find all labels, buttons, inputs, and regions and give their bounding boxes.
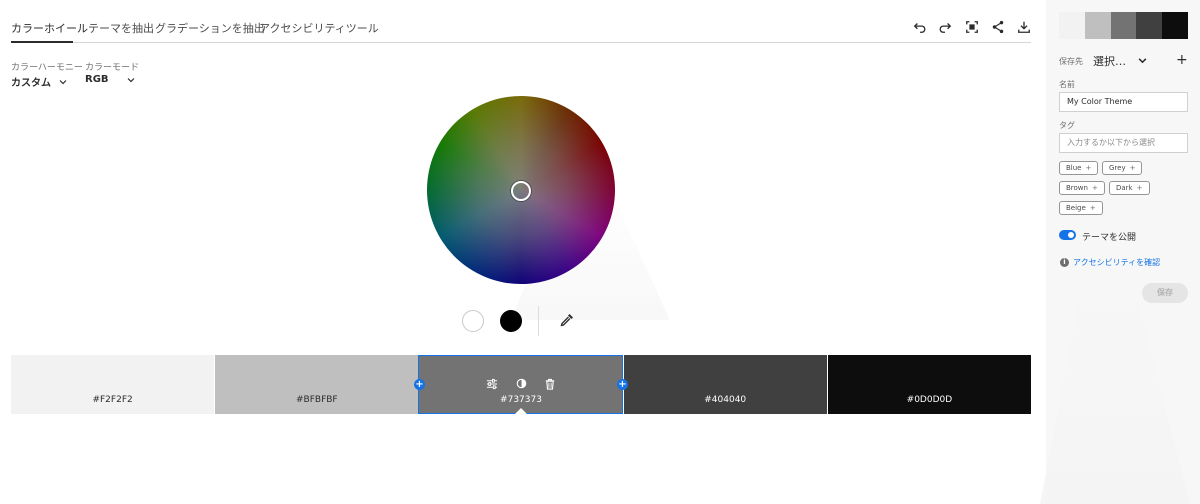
sliders-icon[interactable] — [486, 377, 499, 390]
undo-icon[interactable] — [912, 19, 928, 35]
publish-label: テーマを公開 — [1082, 233, 1137, 243]
info-icon: i — [1060, 258, 1069, 267]
preview-swatch[interactable] — [1084, 12, 1111, 39]
swatch-hex: #0D0D0D — [906, 395, 953, 405]
save-to-label: 保存先 — [1059, 57, 1083, 66]
preview-swatch[interactable] — [1136, 12, 1163, 39]
color-swatch[interactable]: #0D0D0D — [826, 355, 1032, 414]
chevron-down-icon — [127, 77, 134, 82]
save-to-value: 選択… — [1093, 55, 1126, 68]
swatch-hex: #F2F2F2 — [92, 395, 133, 405]
color-swatch[interactable]: #404040 — [622, 355, 827, 414]
tag-chip-blue[interactable]: Blue + — [1059, 161, 1099, 175]
tab-bar: カラーホイール テーマを抽出 グラデーションを抽出 アクセシビリティツール — [11, 0, 1031, 43]
trash-icon[interactable] — [544, 377, 557, 390]
share-icon[interactable] — [990, 19, 1006, 35]
plus-icon: + — [1136, 184, 1143, 192]
add-color-right-button[interactable]: + — [617, 379, 628, 390]
theme-preview — [1059, 12, 1188, 39]
theme-name-input[interactable]: My Color Theme — [1059, 92, 1188, 112]
tab-accessibility-tools[interactable]: アクセシビリティツール — [259, 20, 379, 36]
swatch-hex: #737373 — [500, 395, 542, 405]
plus-icon: + — [1129, 164, 1136, 172]
fullscreen-icon[interactable] — [964, 19, 980, 35]
color-swatch[interactable]: #F2F2F2 — [11, 355, 215, 414]
color-swatch-bars: #F2F2F2 #BFBFBF #737373 #404040 #0D0D0D — [11, 355, 1032, 414]
tag-chip-brown[interactable]: Brown + — [1059, 181, 1105, 195]
save-to-dropdown[interactable]: 選択… — [1093, 53, 1147, 69]
preview-swatch[interactable] — [1110, 12, 1137, 39]
tag-chip-grey[interactable]: Grey + — [1102, 161, 1143, 175]
tags-label: タグ — [1059, 121, 1075, 130]
black-base-button[interactable] — [500, 310, 522, 332]
harmony-dropdown[interactable]: カスタム — [11, 74, 67, 89]
mode-value: RGB — [85, 74, 109, 85]
white-base-button[interactable] — [462, 310, 484, 332]
tag-label: Blue — [1066, 164, 1082, 172]
tab-extract-gradient[interactable]: グラデーションを抽出 — [155, 20, 265, 36]
mode-label: カラーモード — [85, 63, 140, 73]
tag-label: Beige — [1066, 204, 1086, 212]
chevron-down-icon — [59, 79, 67, 84]
tag-chip-beige[interactable]: Beige + — [1059, 201, 1103, 215]
publish-toggle[interactable] — [1059, 230, 1076, 240]
swatch-hex: #404040 — [704, 395, 747, 405]
chevron-down-icon — [1138, 58, 1146, 64]
plus-icon: + — [1091, 184, 1098, 192]
eyedropper-icon[interactable] — [559, 312, 575, 328]
tag-label: Dark — [1116, 184, 1133, 192]
active-tab-indicator — [11, 41, 73, 43]
tag-label: Grey — [1109, 164, 1126, 172]
name-label: 名前 — [1059, 80, 1075, 89]
harmony-value: カスタム — [11, 78, 51, 89]
divider — [538, 306, 539, 336]
download-icon[interactable] — [1016, 19, 1032, 35]
plus-icon: + — [1089, 204, 1096, 212]
swatch-hex: #BFBFBF — [296, 395, 338, 405]
harmony-label: カラーハーモニー — [11, 63, 83, 73]
wheel-handle[interactable] — [511, 181, 531, 201]
accessibility-check-link[interactable]: アクセシビリティを確認 — [1073, 257, 1160, 268]
selected-caret-icon — [515, 408, 527, 414]
tab-extract-theme[interactable]: テーマを抽出 — [88, 20, 154, 36]
mode-dropdown[interactable]: RGB — [85, 74, 135, 85]
tags-input[interactable]: 入力するか以下から選択 — [1059, 133, 1188, 153]
color-swatch[interactable]: #BFBFBF — [214, 355, 419, 414]
preview-swatch[interactable] — [1162, 12, 1188, 39]
plus-icon: + — [1085, 164, 1092, 172]
color-swatch-selected[interactable]: #737373 — [418, 355, 623, 414]
add-color-left-button[interactable]: + — [414, 379, 425, 390]
add-library-button[interactable]: + — [1176, 52, 1188, 68]
contrast-icon[interactable] — [515, 377, 528, 390]
preview-swatch[interactable] — [1059, 12, 1085, 39]
tag-label: Brown — [1066, 184, 1088, 192]
redo-icon[interactable] — [937, 19, 953, 35]
swatch-tools — [419, 377, 622, 390]
tag-chip-dark[interactable]: Dark + — [1109, 181, 1150, 195]
save-button[interactable]: 保存 — [1142, 283, 1188, 303]
tab-color-wheel[interactable]: カラーホイール — [11, 20, 88, 36]
